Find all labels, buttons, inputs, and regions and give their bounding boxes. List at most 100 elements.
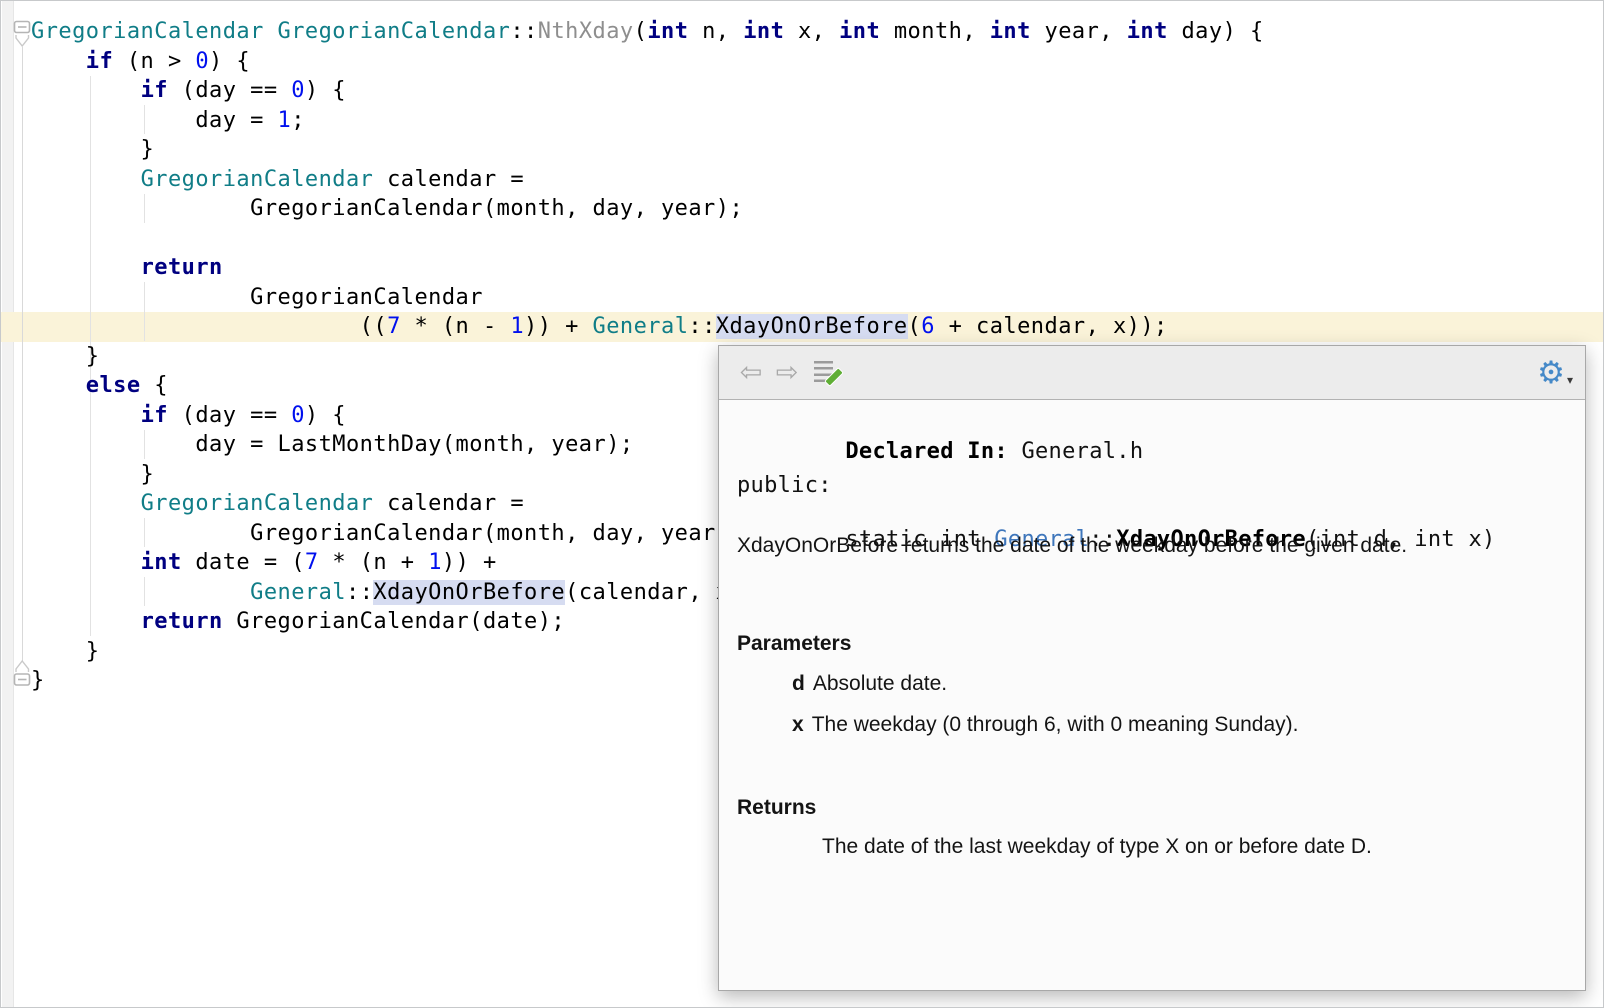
code-token: n, [688,19,743,44]
code-token: day) { [1168,19,1264,44]
code-token: int [141,550,182,575]
parameter-description: Absolute date. [813,672,947,695]
summary-text: XdayOnOrBefore returns the date of the w… [737,534,1407,558]
code-token: { [141,373,168,398]
chevron-down-icon: ▾ [1567,373,1573,387]
code-token: + calendar, x)); [935,314,1168,339]
code-token: } [31,639,99,664]
parameter-term: d [792,672,805,695]
declared-in-label: Declared In: [845,439,1008,464]
code-token: month, [880,19,990,44]
code-token: calendar = [373,167,524,192]
code-token: )) + [524,314,592,339]
usage-highlight: XdayOnOrBefore [373,580,565,605]
code-token [31,491,141,516]
code-token: calendar = [373,491,524,516]
settings-button[interactable]: ⚙ ▾ [1531,353,1571,393]
code-token: ( [634,19,648,44]
code-token: 1 [428,550,442,575]
code-token [31,403,141,428]
code-token [264,19,278,44]
code-token: GregorianCalendar(month, day, year); [31,521,743,546]
code-token: GregorianCalendar [31,285,483,310]
parameters-list: d Absolute date. x The weekday (0 through 6… [792,672,1298,754]
code-token: GregorianCalendar [31,19,264,44]
code-line[interactable]: GregorianCalendar [31,283,1603,313]
code-token [31,609,141,634]
code-line[interactable]: day = 1; [31,106,1603,136]
code-token: ) { [305,403,346,428]
code-token: 0 [195,49,209,74]
code-token: return [141,609,223,634]
code-token: } [31,344,99,369]
ide-window: GregorianCalendar GregorianCalendar::Nth… [0,0,1604,1008]
code-line[interactable]: ((7 * (n - 1)) + General::XdayOnOrBefore… [31,312,1603,342]
code-token: return [141,255,223,280]
code-token: ) { [305,78,346,103]
code-token: day = [31,108,278,133]
returns-text: The date of the last weekday of type X o… [822,835,1372,859]
code-token: date = ( [182,550,305,575]
parameter-description: The weekday (0 through 6, with 0 meaning… [812,713,1299,736]
code-token: :: [688,314,715,339]
edit-source-icon [814,361,833,384]
code-token: year, [1031,19,1127,44]
code-token: } [31,462,154,487]
code-line[interactable]: } [31,135,1603,165]
back-icon: ⇦ [740,357,763,388]
code-token: day = LastMonthDay(month, year); [31,432,634,457]
code-token: } [31,668,45,693]
code-token: } [31,137,154,162]
code-token: if [141,78,168,103]
usage-highlight: XdayOnOrBefore [716,314,908,339]
code-token [31,49,86,74]
code-token: NthXday [538,19,634,44]
code-token: )) + [442,550,497,575]
back-button[interactable]: ⇦ [733,353,769,393]
code-line[interactable]: GregorianCalendar calendar = [31,165,1603,195]
parameter-term: x [792,713,804,736]
code-line[interactable]: return [31,253,1603,283]
parameter-item: d Absolute date. [792,672,1298,696]
code-token: (day == [168,78,291,103]
code-token: GregorianCalendar(month, day, year); [31,196,743,221]
code-token: General [250,580,346,605]
code-token: 6 [921,314,935,339]
code-token: 0 [291,403,305,428]
returns-heading: Returns [737,796,816,820]
parameters-heading: Parameters [737,632,851,656]
code-token: ; [291,108,305,133]
code-token: (n > [113,49,195,74]
code-token [31,78,141,103]
code-token: GregorianCalendar(date); [223,609,565,634]
code-token: int [647,19,688,44]
edit-source-button[interactable] [805,353,841,393]
code-token: General [593,314,689,339]
code-token [31,580,250,605]
code-token: x, [784,19,839,44]
forward-icon: ⇨ [776,357,799,388]
code-token: 7 [387,314,401,339]
code-token [31,167,141,192]
pencil-icon [824,367,844,387]
code-token: int [990,19,1031,44]
code-line[interactable]: GregorianCalendar(month, day, year); [31,194,1603,224]
code-token: int [1127,19,1168,44]
code-token [31,550,141,575]
code-token: int [743,19,784,44]
code-token: :: [346,580,373,605]
code-token: * (n - [401,314,511,339]
code-token: else [86,373,141,398]
forward-button[interactable]: ⇨ [769,353,805,393]
code-token: GregorianCalendar [141,167,374,192]
code-line[interactable] [31,224,1603,254]
code-token [31,255,141,280]
code-token: if [141,403,168,428]
code-line[interactable]: if (day == 0) { [31,76,1603,106]
code-token: if [86,49,113,74]
access-specifier: public: [737,473,832,498]
code-line[interactable]: GregorianCalendar GregorianCalendar::Nth… [31,17,1603,47]
settings-gear-icon: ⚙ [1537,355,1565,391]
code-line[interactable]: if (n > 0) { [31,47,1603,77]
popup-toolbar: ⇦ ⇨ ⚙ ▾ [719,346,1585,400]
